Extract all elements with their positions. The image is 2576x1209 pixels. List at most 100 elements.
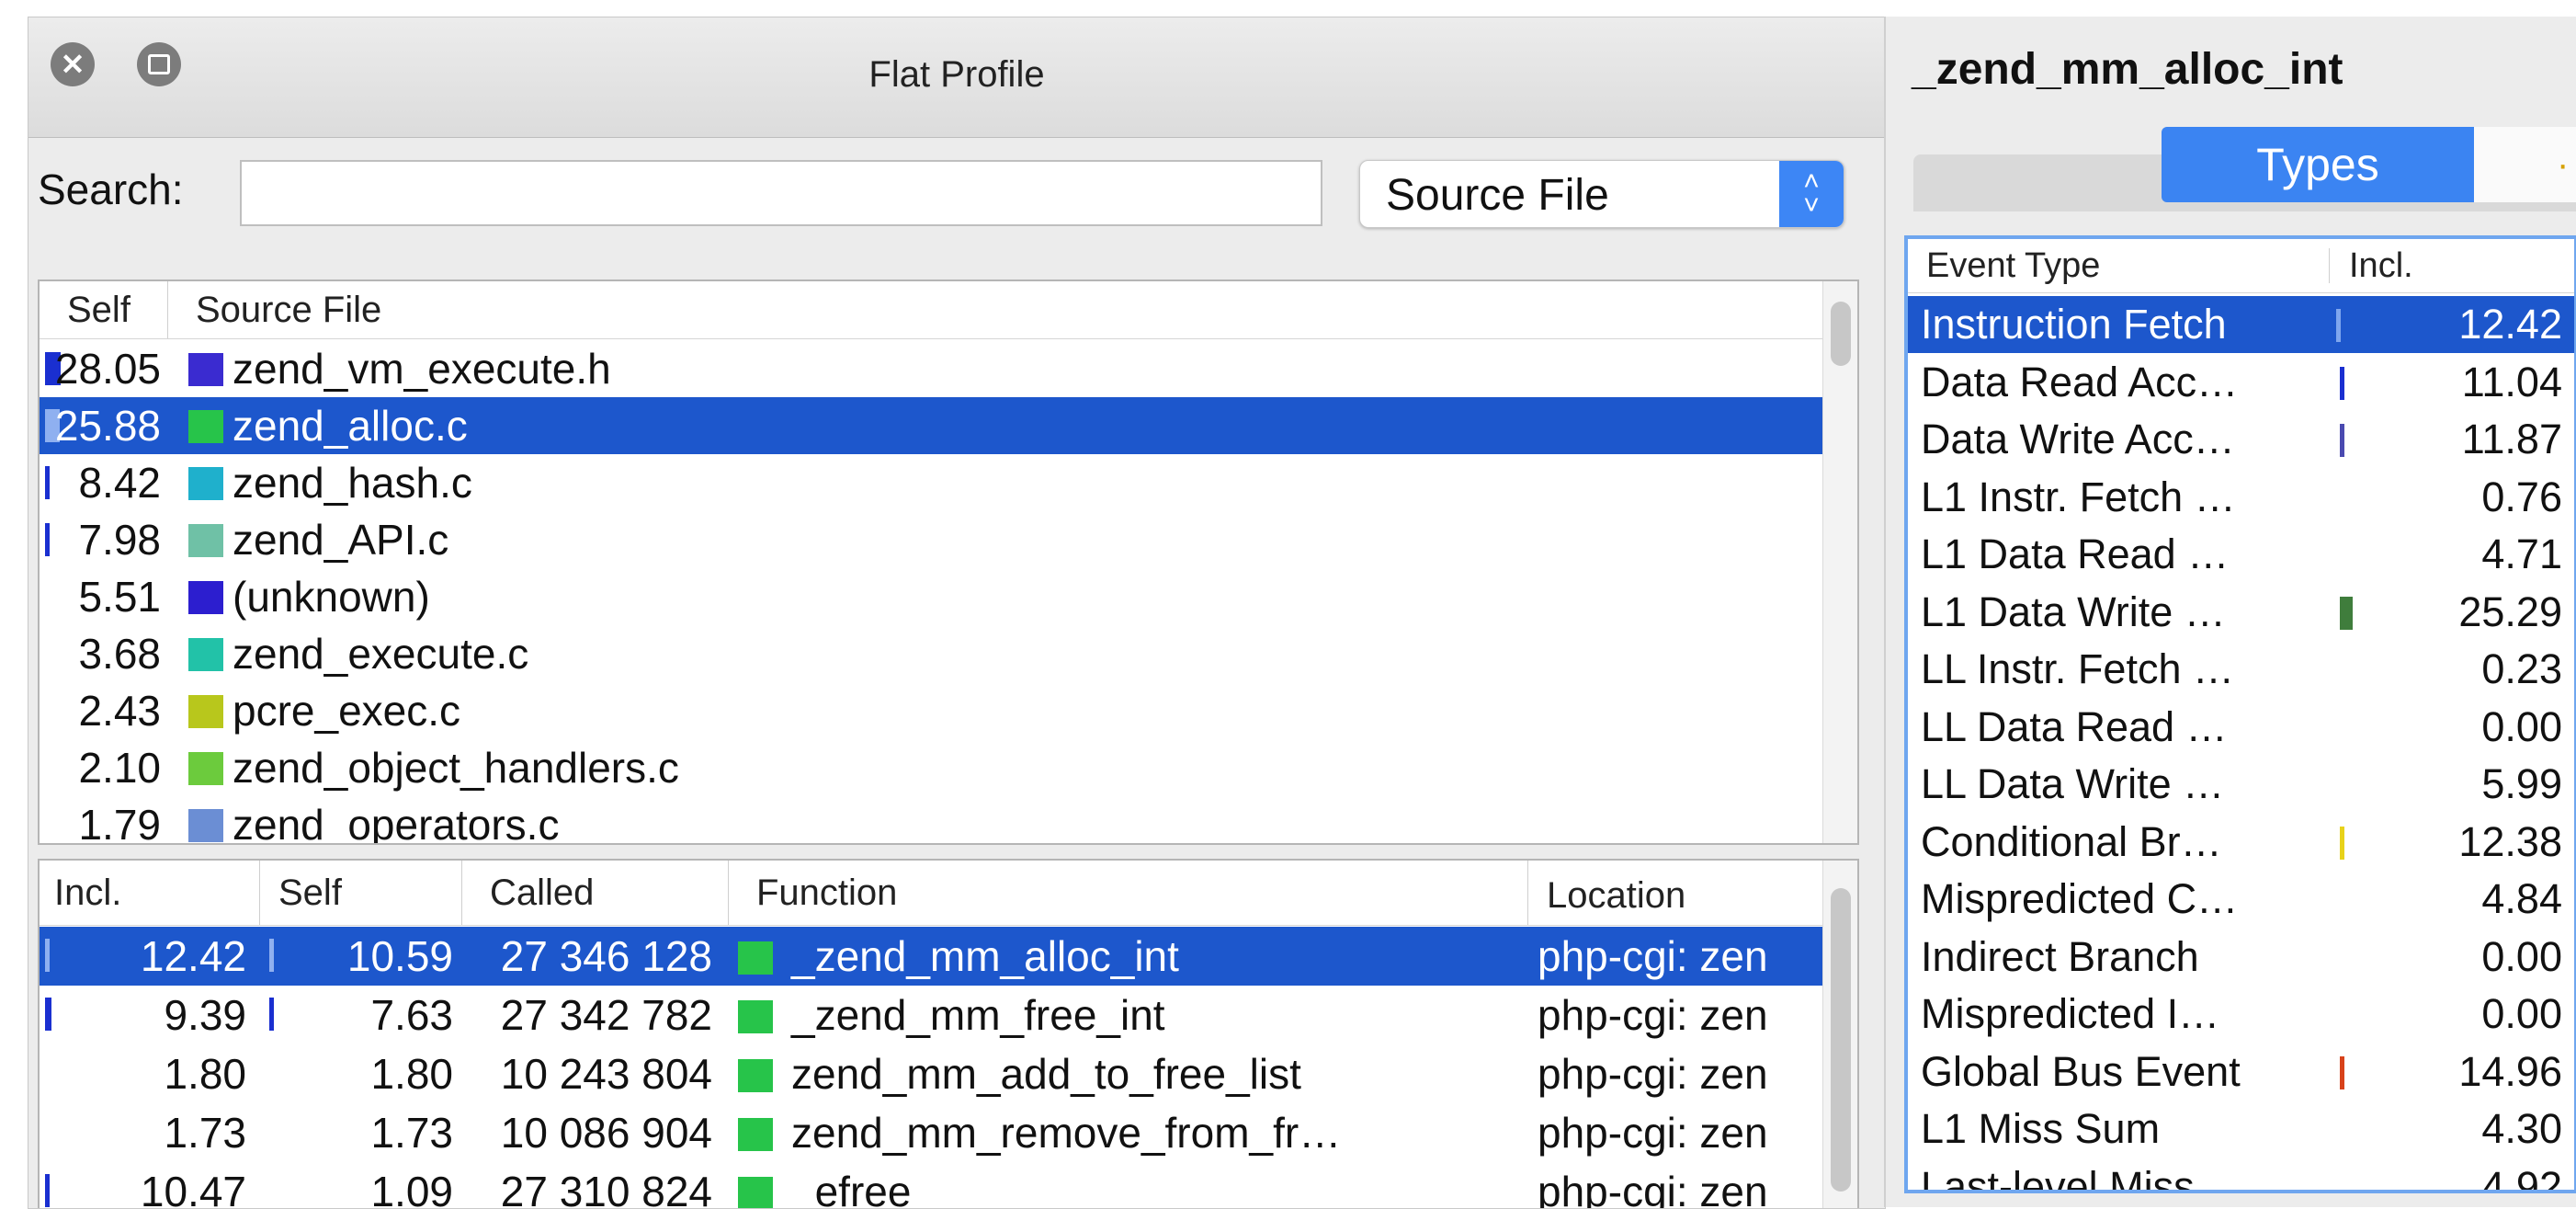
self-value: 1.79 (78, 801, 161, 845)
source-file-name: zend_API.c (233, 516, 449, 564)
source-file-name: zend_hash.c (233, 459, 472, 507)
location-value: php-cgi: zen (1538, 1168, 1768, 1209)
event-row[interactable]: Indirect Branch 0.00 (1908, 929, 2574, 986)
header-self[interactable]: Self (40, 281, 168, 338)
event-row[interactable]: Last-level Miss 4.92 (1908, 1158, 2574, 1193)
self-value: 1.73 (370, 1109, 453, 1157)
chevron-updown-icon: ˄ ˅ (1779, 161, 1844, 227)
table-row[interactable]: 12.42 10.59 27 346 128 _zend_mm_alloc_int ph… (40, 927, 1822, 986)
self-value: 7.63 (370, 991, 453, 1039)
incl-cost-bar (2340, 1055, 2344, 1089)
self-value: 25.88 (54, 402, 161, 450)
self-value: 5.51 (78, 573, 161, 621)
event-row[interactable]: Data Write Acc… 11.87 (1908, 411, 2574, 468)
header-function[interactable]: Function (729, 861, 1528, 925)
event-row[interactable]: L1 Data Read … 4.71 (1908, 526, 2574, 583)
table-row[interactable]: 10.47 1.09 27 310 824 _efree php-cgi: zen (40, 1162, 1822, 1209)
source-file-name: zend_operators.c (233, 801, 560, 845)
table-row[interactable]: 25.88 zend_alloc.c (40, 397, 1822, 454)
header-self[interactable]: Self (260, 861, 462, 925)
color-swatch (738, 941, 773, 975)
event-row[interactable]: Instruction Fetch 12.42 (1908, 296, 2574, 353)
event-type-name: Data Write Acc… (1921, 416, 2235, 462)
self-value: 7.98 (78, 516, 161, 564)
event-row[interactable]: LL Data Read … 0.00 (1908, 699, 2574, 756)
title-bar: ✕ Flat Profile (28, 17, 1885, 138)
color-swatch (188, 581, 223, 614)
incl-cost-bar (2336, 309, 2341, 342)
source-file-table: Self Source File 28.05 zend_vm_execute.h 2… (38, 279, 1859, 845)
incl-cost-bar (2340, 366, 2344, 400)
event-row[interactable]: Mispredicted C… 4.84 (1908, 871, 2574, 928)
vertical-scrollbar[interactable] (1822, 281, 1857, 843)
window-title: Flat Profile (868, 54, 1045, 95)
event-type-name: LL Instr. Fetch … (1921, 645, 2234, 692)
incl-value: 0.23 (2481, 645, 2562, 692)
tab-next[interactable]: · (2474, 127, 2576, 202)
header-event-type[interactable]: Event Type (1926, 239, 2100, 292)
group-by-select[interactable]: Source File ˄ ˅ (1359, 160, 1844, 228)
self-value: 3.68 (78, 630, 161, 678)
header-incl[interactable]: Incl. (2349, 239, 2413, 292)
table-row[interactable]: 3.68 zend_execute.c (40, 625, 1822, 682)
color-swatch (188, 638, 223, 671)
incl-value: 1.73 (164, 1109, 246, 1157)
tab-types[interactable]: Types (2162, 127, 2474, 202)
table-row[interactable]: 1.80 1.80 10 243 804 zend_mm_add_to_free_li… (40, 1044, 1822, 1103)
event-row[interactable]: Data Read Acc… 11.04 (1908, 354, 2574, 411)
incl-value: 11.87 (2461, 416, 2562, 462)
event-row[interactable]: L1 Instr. Fetch … 0.76 (1908, 469, 2574, 526)
event-row[interactable]: Mispredicted I… 0.00 (1908, 986, 2574, 1043)
scrollbar-thumb[interactable] (1831, 888, 1851, 1192)
event-row[interactable]: LL Instr. Fetch … 0.23 (1908, 641, 2574, 698)
table-row[interactable]: 1.73 1.73 10 086 904 zend_mm_remove_from_fr… (40, 1103, 1822, 1162)
self-value: 1.09 (370, 1168, 453, 1209)
incl-value: 5.99 (2481, 760, 2562, 807)
table-row[interactable]: 9.39 7.63 27 342 782 _zend_mm_free_int php-c… (40, 986, 1822, 1044)
search-input[interactable] (240, 160, 1322, 226)
event-row[interactable]: Global Bus Event 14.96 (1908, 1044, 2574, 1101)
event-type-name: Last-level Miss (1921, 1162, 2195, 1193)
function-name: _zend_mm_alloc_int (791, 932, 1179, 980)
table-row[interactable]: 28.05 zend_vm_execute.h (40, 340, 1822, 397)
called-value: 27 346 128 (500, 932, 712, 980)
search-label: Search: (38, 165, 184, 213)
table-row[interactable]: 7.98 zend_API.c (40, 511, 1822, 568)
source-file-name: (unknown) (233, 573, 430, 621)
header-called[interactable]: Called (462, 861, 729, 925)
header-incl[interactable]: Incl. (40, 861, 260, 925)
event-type-name: Conditional Br… (1921, 817, 2222, 865)
source-file-name: zend_object_handlers.c (233, 744, 679, 792)
location-value: php-cgi: zen (1538, 932, 1768, 980)
event-row[interactable]: L1 Miss Sum 4.30 (1908, 1101, 2574, 1158)
color-swatch (188, 467, 223, 500)
group-by-value: Source File (1386, 171, 1609, 220)
scrollbar-thumb[interactable] (1831, 302, 1851, 366)
table-row[interactable]: 8.42 zend_hash.c (40, 454, 1822, 511)
table-row[interactable]: 5.51 (unknown) (40, 568, 1822, 625)
color-swatch (188, 524, 223, 557)
table-row[interactable]: 1.79 zend_operators.c (40, 796, 1822, 845)
color-swatch (738, 1177, 773, 1208)
function-name: zend_mm_remove_from_fr… (791, 1109, 1342, 1157)
header-source-file[interactable]: Source File (168, 281, 1822, 338)
function-name: _zend_mm_free_int (791, 991, 1165, 1039)
table-row[interactable]: 2.10 zend_object_handlers.c (40, 739, 1822, 796)
event-type-name: Instruction Fetch (1921, 301, 2227, 348)
header-location[interactable]: Location (1528, 861, 1822, 925)
incl-value: 11.04 (2461, 358, 2562, 405)
vertical-scrollbar[interactable] (1822, 861, 1857, 1208)
event-row[interactable]: LL Data Write … 5.99 (1908, 756, 2574, 813)
self-value: 8.42 (78, 459, 161, 507)
self-value: 28.05 (54, 345, 161, 393)
function-name: _efree (791, 1168, 912, 1209)
incl-value: 12.42 (2458, 301, 2562, 348)
event-row[interactable]: Conditional Br… 12.38 (1908, 814, 2574, 871)
event-type-name: L1 Miss Sum (1921, 1105, 2161, 1152)
event-row[interactable]: L1 Data Write … 25.29 (1908, 584, 2574, 641)
table-row[interactable]: 2.43 pcre_exec.c (40, 682, 1822, 739)
incl-value: 10.47 (140, 1168, 246, 1209)
event-type-name: Mispredicted C… (1921, 875, 2239, 922)
source-file-name: pcre_exec.c (233, 687, 461, 735)
color-swatch (188, 809, 223, 842)
